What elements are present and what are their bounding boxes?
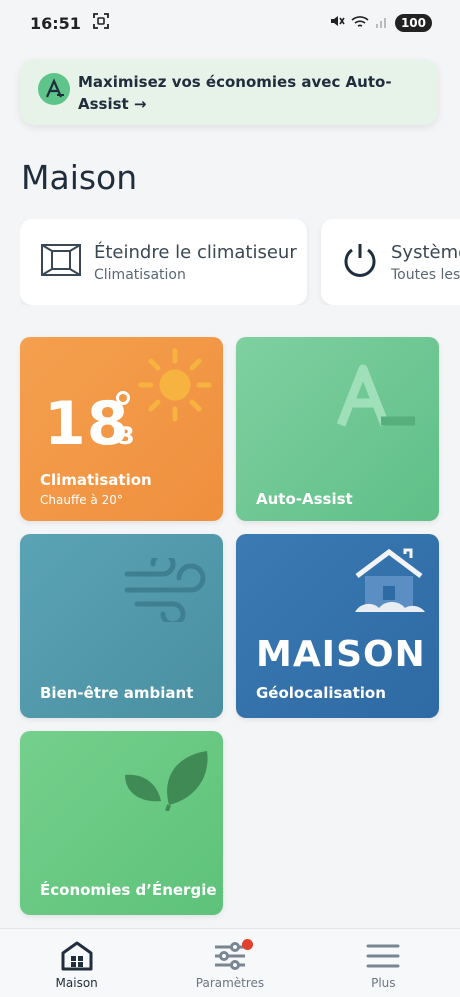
sun-icon [137, 347, 213, 427]
mute-icon [329, 13, 345, 33]
signal-icon [375, 14, 389, 33]
page-title: Maison [21, 158, 138, 197]
tile-label: Climatisation [40, 471, 152, 489]
nav-item-parametres[interactable]: Paramètres [170, 929, 290, 990]
leaf-icon [121, 745, 211, 815]
battery-indicator: 100 [394, 14, 432, 32]
tile-label: Géolocalisation [256, 684, 386, 702]
auto-assist-promo-banner[interactable]: Maximisez vos économies avec Auto-Assist… [20, 59, 438, 125]
power-icon [341, 241, 379, 283]
nav-item-plus[interactable]: Plus [323, 929, 443, 990]
menu-icon [366, 939, 400, 973]
shortcut-subtitle: Climatisation [94, 266, 186, 283]
tile-label: Bien-être ambiant [40, 684, 194, 702]
shortcuts-carousel[interactable]: Éteindre le climatiseur Climatisation Sy… [20, 219, 460, 305]
shortcut-title: Éteindre le climatiseur [94, 241, 297, 263]
shortcut-system[interactable]: Système Toutes les [321, 219, 460, 305]
sliders-icon [213, 939, 253, 973]
screenshot-icon [93, 13, 109, 33]
degree-symbol [116, 391, 130, 405]
nav-label: Paramètres [195, 976, 265, 990]
auto-assist-logo-icon [333, 363, 419, 433]
tile-label: Économies d’Énergie [40, 881, 217, 899]
auto-assist-logo-icon [38, 73, 70, 105]
notification-badge [241, 939, 253, 950]
banner-text: Maximisez vos économies avec Auto-Assist… [78, 73, 392, 113]
status-bar: 16:51 100 [0, 0, 460, 46]
home-icon [60, 939, 94, 973]
shortcut-subtitle: Toutes les [391, 266, 460, 283]
status-time: 16:51 [30, 13, 81, 33]
shortcut-title: Système [391, 241, 460, 263]
wind-icon [123, 551, 211, 627]
temperature-decimal: 3 [118, 422, 135, 450]
wifi-icon [351, 14, 369, 33]
bottom-navigation: Maison Paramètres Plus [0, 928, 460, 997]
tile-label: Auto-Assist [256, 490, 353, 508]
nav-item-maison[interactable]: Maison [17, 929, 137, 990]
tile-climatisation[interactable]: 18 3 Climatisation Chauffe à 20° [20, 337, 223, 521]
shortcut-turn-off-ac[interactable]: Éteindre le climatiseur Climatisation [20, 219, 307, 305]
nav-label: Plus [371, 976, 396, 990]
tile-auto-assist[interactable]: Auto-Assist [236, 337, 439, 521]
tile-bien-etre[interactable]: Bien-être ambiant [20, 534, 223, 718]
tile-economies[interactable]: Économies d’Énergie [20, 731, 223, 915]
window-ac-icon [40, 242, 82, 282]
nav-label: Maison [55, 976, 98, 990]
location-status-text: MAISON [256, 634, 426, 675]
snowy-house-icon [351, 546, 427, 620]
tile-subtitle: Chauffe à 20° [40, 493, 123, 507]
tile-geolocalisation[interactable]: MAISON Géolocalisation [236, 534, 439, 718]
